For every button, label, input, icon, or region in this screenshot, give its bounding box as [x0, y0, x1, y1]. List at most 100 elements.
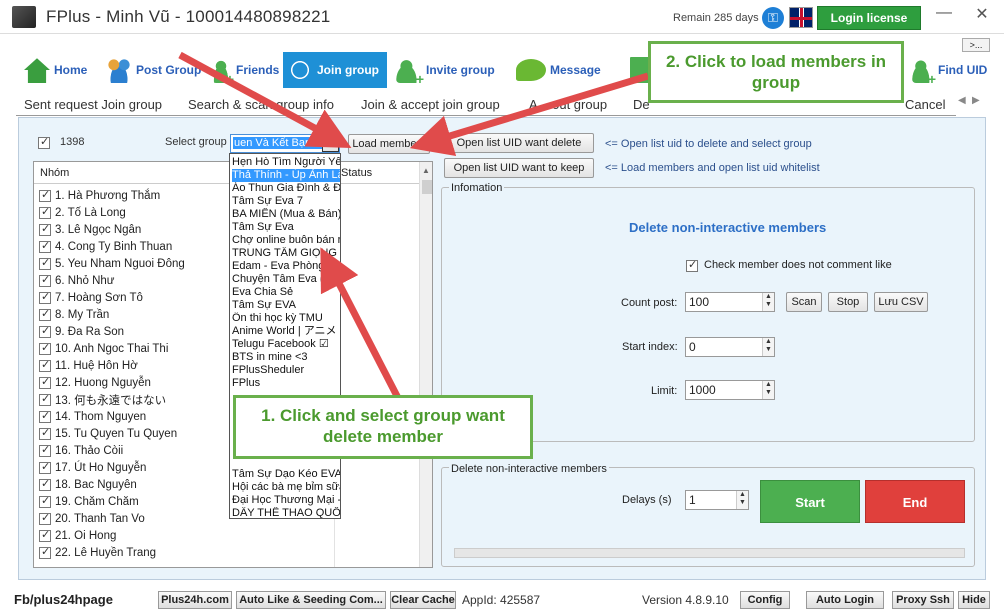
- row-checkbox[interactable]: [39, 375, 51, 389]
- dropdown-item[interactable]: Telugu Facebook ☑: [232, 338, 340, 351]
- dropdown-item[interactable]: Anime World | アニメ: [232, 325, 340, 338]
- list-item[interactable]: 10. Anh Ngoc Thai Thi: [39, 340, 168, 357]
- spin-arrows-icon[interactable]: ▲ ▼: [762, 338, 774, 356]
- group-dropdown-list[interactable]: Hẹn Hò Tìm Người Yêu Thả Thính - Úp Ảnh L…: [229, 153, 341, 519]
- dropdown-item[interactable]: Eva Chia Sẻ: [232, 286, 340, 299]
- start-button[interactable]: Start: [760, 480, 860, 523]
- row-checkbox[interactable]: [39, 222, 51, 236]
- list-item[interactable]: 8. My Trần: [39, 306, 109, 323]
- list-item[interactable]: 14. Thom Nguyen: [39, 408, 146, 425]
- nav-friends[interactable]: Friends: [208, 52, 283, 88]
- list-item[interactable]: 22. Lê Huyền Trang: [39, 544, 156, 561]
- list-item[interactable]: 4. Cong Ty Binh Thuan: [39, 238, 172, 255]
- list-item[interactable]: 3. Lê Ngọc Ngân: [39, 221, 141, 238]
- start-index-input[interactable]: 0 ▲ ▼: [685, 337, 775, 357]
- dropdown-item[interactable]: Tâm Sự Eva 7: [232, 195, 340, 208]
- tab-sent-request[interactable]: Sent request Join group: [24, 97, 162, 112]
- list-item[interactable]: 17. Út Ho Nguyễn: [39, 459, 146, 476]
- row-checkbox[interactable]: [39, 528, 51, 542]
- dropdown-item[interactable]: Áo Thun Gia Đình & Đồng Phục: [232, 182, 340, 195]
- tab-search-scan[interactable]: Search & scan group info: [188, 97, 334, 112]
- dropdown-item[interactable]: TRUNG TÂM GIỌNG CA: [232, 247, 340, 260]
- row-checkbox[interactable]: [39, 409, 51, 423]
- row-checkbox[interactable]: [39, 392, 51, 406]
- tab-join-accept[interactable]: Join & accept join group: [361, 97, 500, 112]
- row-checkbox[interactable]: [39, 358, 51, 372]
- hide-button[interactable]: Hide: [958, 591, 990, 609]
- list-item[interactable]: 20. Thanh Tan Vo: [39, 510, 145, 527]
- list-item[interactable]: 2. Tố Là Long: [39, 204, 126, 221]
- list-item[interactable]: 6. Nhỏ Như: [39, 272, 114, 289]
- clear-cache-button[interactable]: Clear Cache: [390, 591, 456, 609]
- tab-prev-arrow[interactable]: ◀: [958, 95, 970, 107]
- minimize-button[interactable]: —: [934, 5, 954, 25]
- dropdown-item[interactable]: DÂY THỂ THAO QUỐC TẾ: [232, 507, 340, 518]
- tab-cancel[interactable]: Cancel: [905, 97, 945, 112]
- dropdown-item[interactable]: Hội các bà mẹ bỉm sữa: [232, 481, 340, 494]
- dropdown-item[interactable]: Hẹn Hò Tìm Người Yêu: [232, 156, 340, 169]
- spin-arrows-icon[interactable]: ▲ ▼: [762, 293, 774, 311]
- plus24h-button[interactable]: Plus24h.com: [158, 591, 232, 609]
- row-checkbox[interactable]: [39, 426, 51, 440]
- dropdown-item[interactable]: Tâm Sự EVA: [232, 299, 340, 312]
- list-item[interactable]: 18. Bac Nguyên: [39, 476, 137, 493]
- check-comment-checkbox[interactable]: [686, 258, 698, 272]
- dropdown-item[interactable]: Chợ online buôn bán rao vặt: [232, 234, 340, 247]
- open-delete-list-button[interactable]: Open list UID want delete: [444, 133, 594, 153]
- row-checkbox[interactable]: [39, 239, 51, 253]
- save-csv-button[interactable]: Lưu CSV: [874, 292, 928, 312]
- row-checkbox[interactable]: [39, 188, 51, 202]
- row-checkbox[interactable]: [39, 307, 51, 321]
- count-post-input[interactable]: 100 ▲ ▼: [685, 292, 775, 312]
- dropdown-item[interactable]: BTS in mine <3: [232, 351, 340, 364]
- row-checkbox[interactable]: [39, 256, 51, 270]
- select-all-checkbox[interactable]: [38, 135, 50, 149]
- auto-login-button[interactable]: Auto Login: [806, 591, 884, 609]
- key-icon[interactable]: ⚿: [762, 7, 784, 29]
- dropdown-item[interactable]: Thả Thính - Úp Ảnh Làm Quen: [232, 169, 340, 182]
- dropdown-item[interactable]: FPlus: [232, 377, 340, 390]
- tab-next-arrow[interactable]: ▶: [972, 95, 984, 107]
- scan-button[interactable]: Scan: [786, 292, 822, 312]
- list-item[interactable]: 13. 何も永遠ではない: [39, 391, 166, 408]
- list-item[interactable]: 15. Tu Quyen Tu Quyen: [39, 425, 177, 442]
- row-checkbox[interactable]: [39, 545, 51, 559]
- config-button[interactable]: Config: [740, 591, 790, 609]
- limit-input[interactable]: 1000 ▲ ▼: [685, 380, 775, 400]
- spin-arrows-icon[interactable]: ▲ ▼: [736, 491, 748, 509]
- progress-scrollbar[interactable]: [454, 548, 965, 558]
- scroll-thumb[interactable]: [422, 180, 432, 194]
- delays-input[interactable]: 1 ▲ ▼: [685, 490, 749, 510]
- end-button[interactable]: End: [865, 480, 965, 523]
- row-checkbox[interactable]: [39, 290, 51, 304]
- proxy-ssh-button[interactable]: Proxy Ssh: [892, 591, 954, 609]
- dropdown-item[interactable]: Chuyện Tâm Eva ( Chỉ Chị Em ): [232, 273, 340, 286]
- col-group-header[interactable]: Nhóm: [40, 167, 69, 179]
- row-checkbox[interactable]: [39, 460, 51, 474]
- expand-button[interactable]: >...: [962, 38, 990, 52]
- chevron-down-icon[interactable]: ▼: [322, 135, 339, 152]
- dropdown-item[interactable]: Đại Học Thương Mại - TMU: [232, 494, 340, 507]
- list-item[interactable]: 11. Huệ Hôn Hờ: [39, 357, 138, 374]
- close-button[interactable]: ✕: [970, 5, 994, 25]
- list-item[interactable]: 1. Hà Phương Thắm: [39, 187, 160, 204]
- open-keep-list-button[interactable]: Open list UID want to keep: [444, 158, 594, 178]
- row-checkbox[interactable]: [39, 443, 51, 457]
- list-item[interactable]: 19. Chăm Chăm: [39, 493, 139, 510]
- nav-home[interactable]: Home: [20, 52, 91, 88]
- list-item[interactable]: 12. Huong Nguyễn: [39, 374, 151, 391]
- uk-flag-icon[interactable]: [789, 7, 813, 28]
- login-license-button[interactable]: Login license: [817, 6, 921, 30]
- list-item[interactable]: 21. Oi Hong: [39, 527, 116, 544]
- row-checkbox[interactable]: [39, 205, 51, 219]
- dropdown-item[interactable]: FPlusSheduler: [232, 364, 340, 377]
- list-scrollbar[interactable]: ▲: [419, 162, 432, 567]
- row-checkbox[interactable]: [39, 494, 51, 508]
- nav-find-uid[interactable]: Find UID: [908, 52, 991, 88]
- scroll-up-icon[interactable]: ▲: [422, 166, 430, 175]
- nav-message[interactable]: Message: [512, 52, 605, 88]
- dropdown-item[interactable]: Tâm Sự Eva: [232, 221, 340, 234]
- spin-arrows-icon[interactable]: ▲ ▼: [762, 381, 774, 399]
- load-members-button[interactable]: Load members: [348, 134, 430, 154]
- auto-like-button[interactable]: Auto Like & Seeding Com...: [236, 591, 386, 609]
